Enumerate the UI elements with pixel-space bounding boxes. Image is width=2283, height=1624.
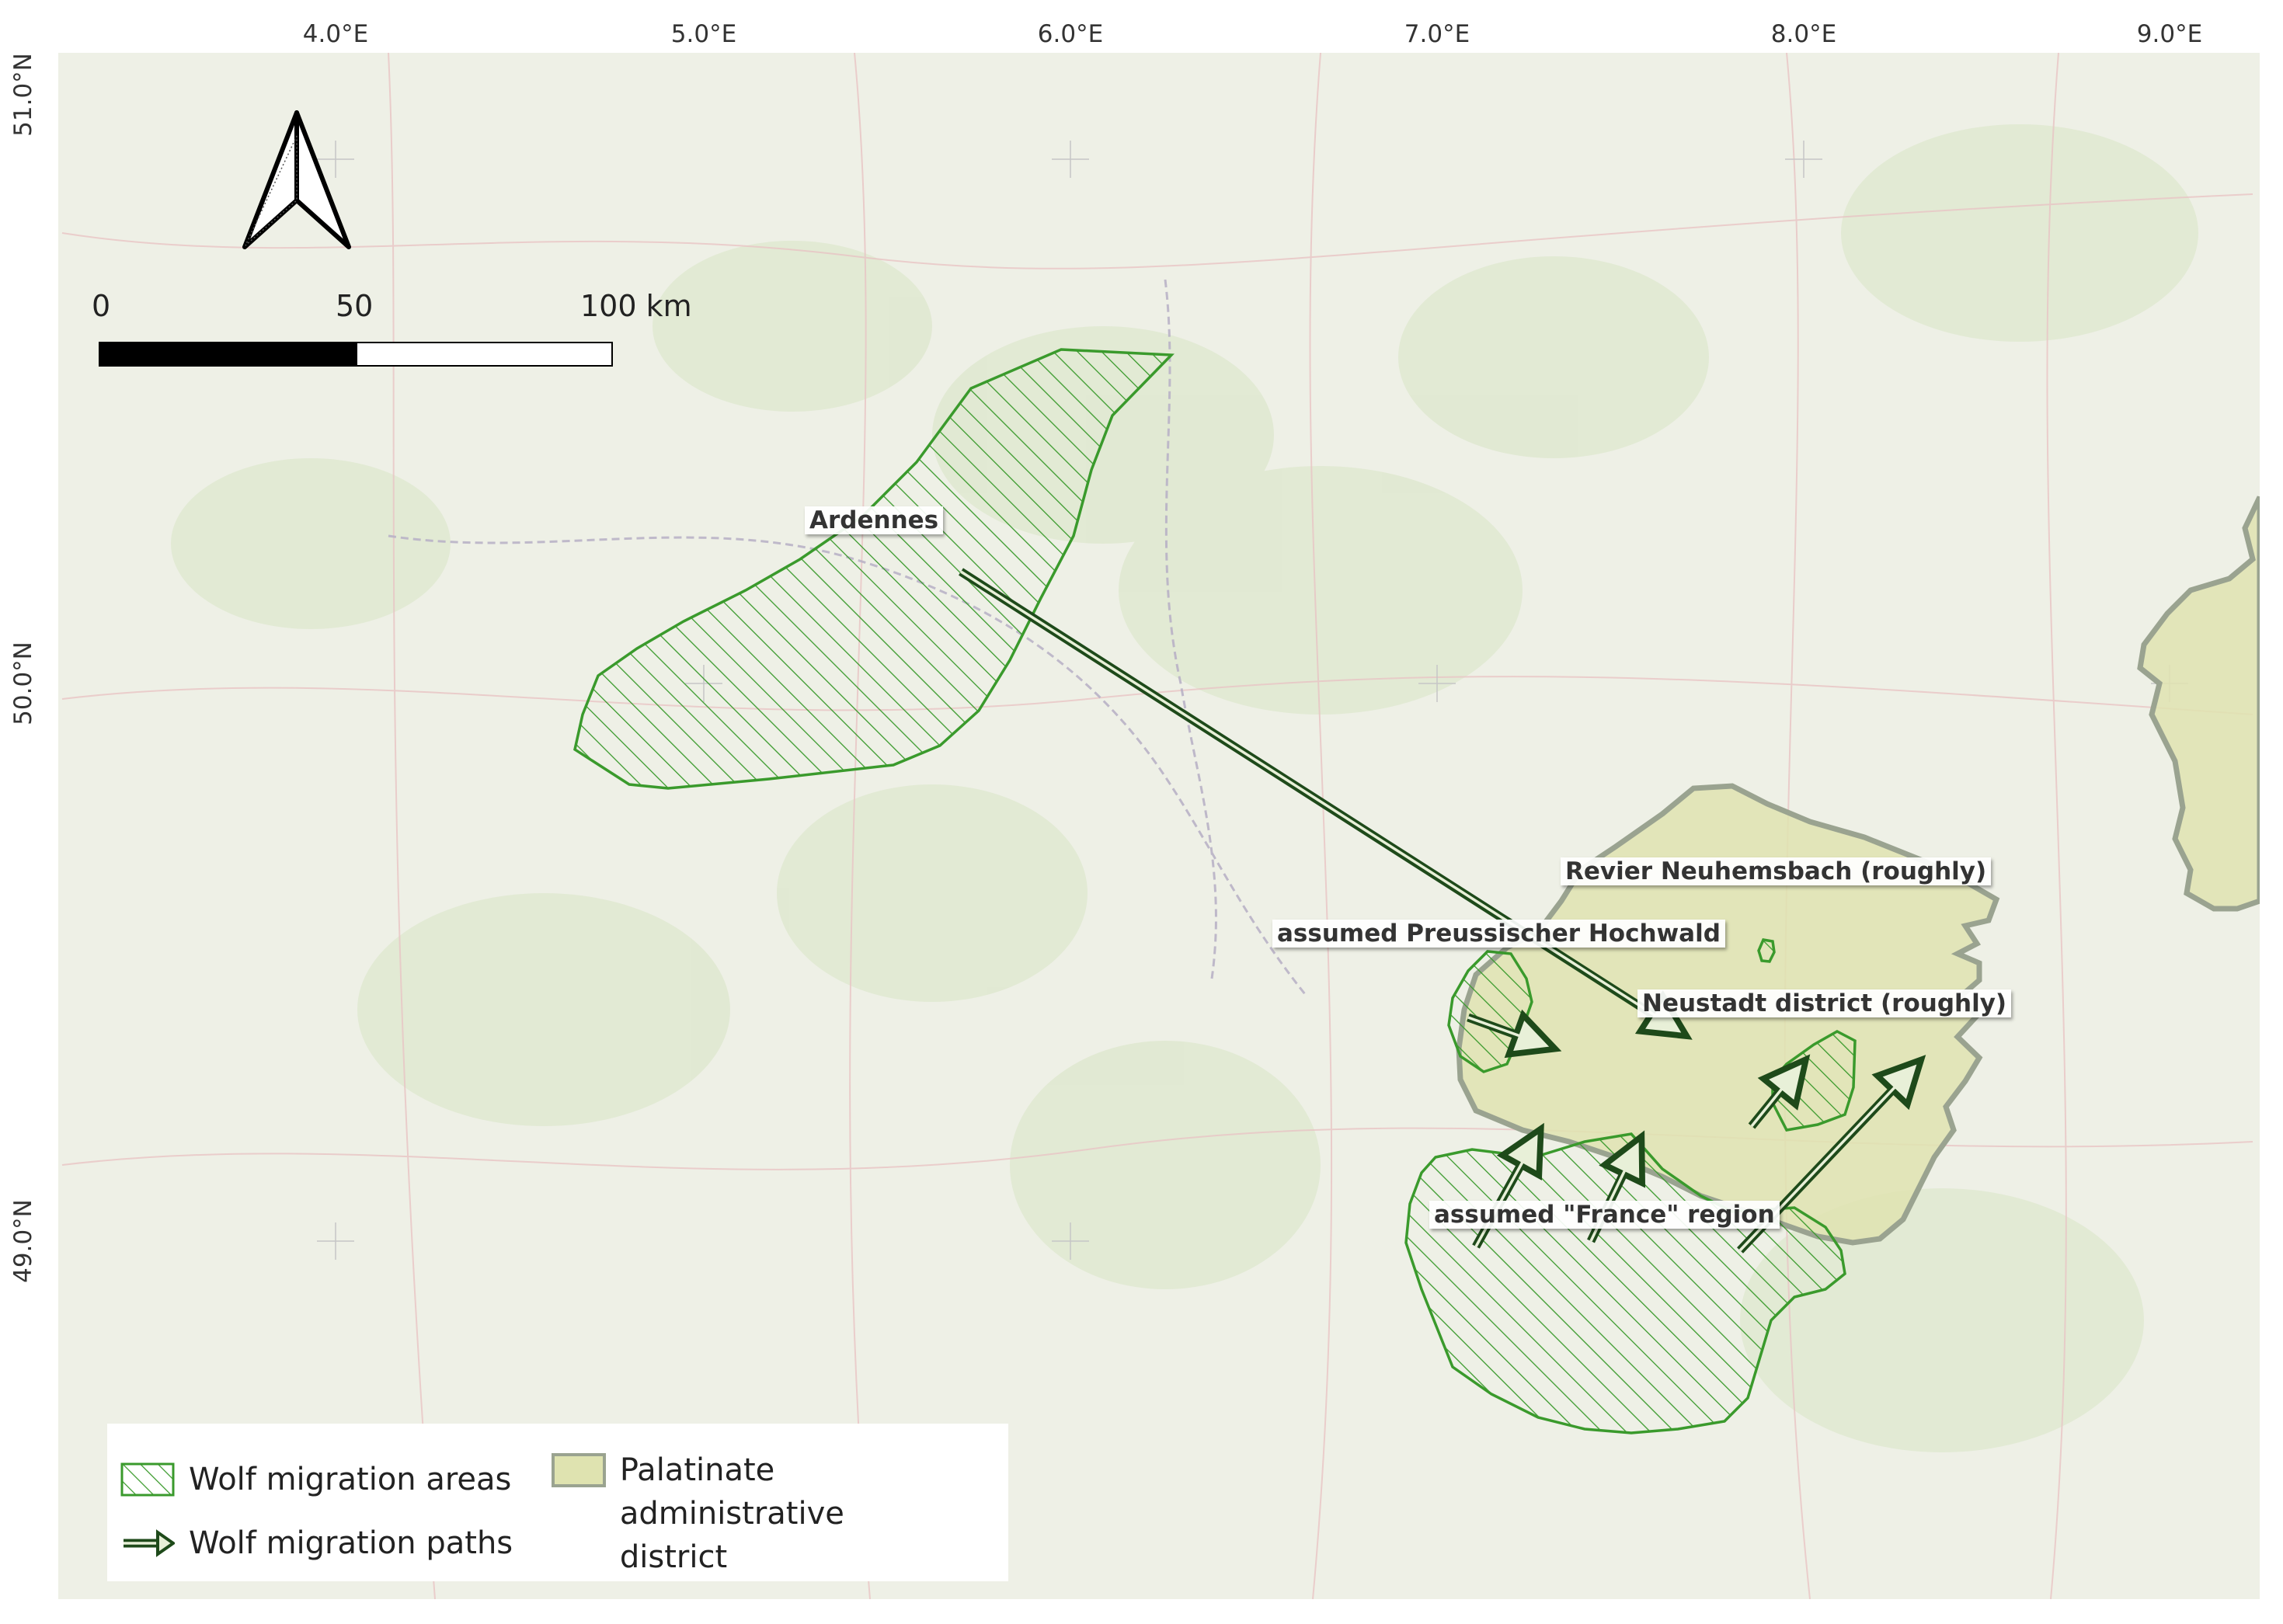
legend-item-district: Palatinate administrative district [552,1448,1008,1579]
latitude-tick-51: 51.0°N [9,53,37,137]
map-graphic [58,53,2260,1599]
label-france: assumed "France" region [1429,1201,1780,1229]
longitude-tick-6: 6.0°E [1037,20,1104,48]
scale-bar-white-segment [356,342,613,367]
label-neuhemsbach: Revier Neuhemsbach (roughly) [1561,857,1992,885]
legend-label-district-line2: district [619,1539,728,1575]
arrow-path-swatch-icon [124,1529,175,1557]
legend-label-district-line1: Palatinate administrative [619,1452,844,1532]
scale-label-50: 50 [336,289,374,323]
latitude-tick-49: 49.0°N [9,1199,37,1283]
hatched-area-swatch-icon [120,1462,175,1497]
longitude-tick-5: 5.0°E [670,20,737,48]
map-canvas[interactable] [58,53,2260,1599]
scale-label-100: 100 km [580,289,692,323]
longitude-tick-4: 4.0°E [302,20,369,48]
legend-label-areas: Wolf migration areas [189,1462,512,1497]
latitude-tick-50: 50.0°N [9,642,37,725]
scale-label-0: 0 [92,289,111,323]
legend-label-paths: Wolf migration paths [189,1525,513,1561]
longitude-tick-9: 9.0°E [2136,20,2203,48]
longitude-tick-7: 7.0°E [1404,20,1470,48]
neuhemsbach-area [1757,938,1776,963]
longitude-tick-8: 8.0°E [1770,20,1837,48]
label-hochwald: assumed Preussischer Hochwald [1272,920,1725,948]
legend-item-areas: Wolf migration areas [120,1458,511,1501]
label-ardennes: Ardennes [805,506,944,534]
legend: Wolf migration areas Wolf migration path… [107,1424,1008,1581]
label-neustadt: Neustadt district (roughly) [1637,989,2012,1017]
legend-item-paths: Wolf migration paths [120,1521,513,1565]
scale-bar-black-segment [99,342,359,367]
district-swatch-icon [552,1453,606,1487]
